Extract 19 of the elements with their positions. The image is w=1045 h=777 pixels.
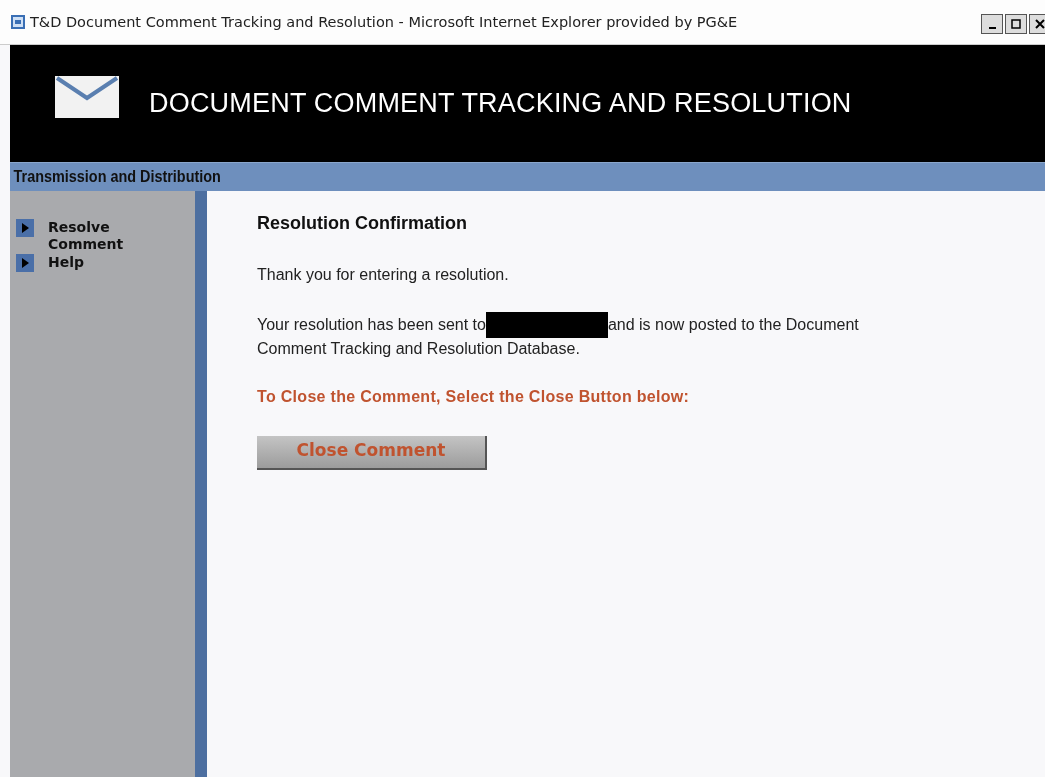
browser-icon	[10, 14, 26, 30]
message-text: Thank you for entering a resolution.	[257, 265, 510, 285]
maximize-button[interactable]	[1005, 14, 1027, 34]
sidebar-link[interactable]: Resolve Comment	[10, 219, 138, 253]
page-heading: Resolution Confirmation	[257, 213, 468, 234]
minimize-button[interactable]	[981, 14, 1003, 34]
section-title: Transmission and Distribution	[12, 168, 221, 186]
close-icon	[1035, 19, 1045, 29]
maximize-icon	[1011, 19, 1021, 29]
message-text: and is now posted to the Document	[607, 315, 859, 335]
minimize-icon	[988, 27, 996, 29]
close-button[interactable]	[1029, 14, 1045, 34]
envelope-icon	[55, 75, 119, 118]
window-title: T&D Document Comment Tracking and Resolution - Microsoft Internet Explorer provided by PG&E	[30, 14, 738, 30]
sidebar-link[interactable]: Help	[10, 254, 138, 272]
app-title: DOCUMENT COMMENT TRACKING AND RESOLUTION	[149, 88, 852, 119]
instruction-text: To Close the Comment, Select the Close Button below:	[257, 387, 691, 407]
message-text: Comment Tracking and Resolution Database.	[257, 339, 580, 359]
message-text: Your resolution has been sent to	[257, 315, 486, 335]
